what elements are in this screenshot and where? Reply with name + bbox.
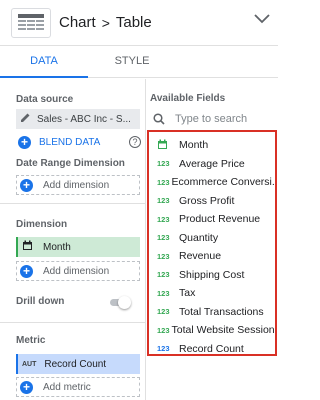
- section-divider: [0, 322, 146, 323]
- plus-icon: +: [20, 178, 33, 192]
- numeric-type-icon: 123: [157, 251, 170, 261]
- chevron-down-icon[interactable]: [254, 14, 270, 27]
- chart-type-breadcrumb[interactable]: Chart > Table: [59, 14, 152, 31]
- field-name: Total Transactions: [179, 305, 264, 318]
- plus-icon: +: [18, 136, 31, 149]
- dimension-chip-month[interactable]: Month: [16, 237, 140, 257]
- panel-tabs: DATA STYLE: [0, 46, 278, 78]
- add-date-range-dimension-button[interactable]: + Add dimension: [16, 175, 140, 195]
- drill-down-label: Drill down: [16, 296, 65, 307]
- numeric-type-icon: 123: [157, 177, 170, 187]
- metric-chip-label: Record Count: [44, 358, 107, 370]
- field-item-product-revenue[interactable]: 123 Product Revenue: [157, 210, 275, 228]
- search-placeholder: Type to search: [175, 113, 248, 125]
- blend-data-label: BLEND DATA: [39, 137, 101, 148]
- fields-list: Month 123 Average Price 123 Ecommerce Co…: [147, 130, 277, 356]
- data-source-name: Sales - ABC Inc - S...: [37, 113, 131, 125]
- field-search-input[interactable]: Type to search: [150, 110, 274, 128]
- add-metric-label: Add metric: [43, 381, 91, 393]
- field-item-revenue[interactable]: 123 Revenue: [157, 247, 275, 265]
- field-name: Ecommerce Conversi...: [171, 176, 275, 188]
- table-chart-icon[interactable]: [11, 7, 51, 38]
- field-name: Total Website Sessions: [171, 324, 275, 336]
- date-range-dimension-label: Date Range Dimension: [16, 158, 125, 169]
- plus-icon: +: [20, 380, 33, 394]
- dimension-label: Dimension: [16, 219, 68, 230]
- numeric-type-icon: 123: [157, 344, 170, 353]
- numeric-type-icon: 123: [157, 196, 170, 205]
- field-item-average-price[interactable]: 123 Average Price: [157, 155, 275, 173]
- breadcrumb-chart: Chart: [59, 14, 96, 31]
- search-icon: [153, 113, 165, 125]
- available-fields-label: Available Fields: [150, 93, 226, 104]
- add-dimension-label: Add dimension: [43, 179, 110, 191]
- tab-style[interactable]: STYLE: [88, 46, 176, 77]
- data-source-selector[interactable]: Sales - ABC Inc - S...: [16, 109, 140, 129]
- available-fields-panel: Available Fields Type to search Month 12…: [146, 79, 278, 400]
- field-item-shipping-cost[interactable]: 123 Shipping Cost: [157, 266, 275, 284]
- add-dimension-button[interactable]: + Add dimension: [16, 261, 140, 281]
- field-name: Revenue: [179, 250, 222, 262]
- metric-label: Metric: [16, 335, 46, 346]
- panel-header: Chart > Table: [0, 0, 278, 46]
- field-item-total-transactions[interactable]: 123 Total Transactions: [157, 303, 275, 321]
- field-item-ecommerce-conversion[interactable]: 123 Ecommerce Conversi...: [157, 173, 275, 191]
- calendar-icon: [22, 240, 33, 254]
- pencil-icon[interactable]: [20, 112, 31, 126]
- drill-down-toggle[interactable]: [108, 296, 132, 309]
- section-divider: [0, 203, 146, 204]
- field-name: Quantity: [179, 231, 219, 244]
- field-name: Tax: [179, 287, 196, 299]
- help-icon[interactable]: ?: [129, 136, 141, 148]
- dimension-chip-label: Month: [43, 241, 71, 253]
- blend-data-button[interactable]: + BLEND DATA: [18, 136, 100, 149]
- plus-icon: +: [20, 264, 33, 278]
- add-metric-button[interactable]: + Add metric: [16, 377, 140, 397]
- numeric-type-icon: 123: [157, 233, 170, 242]
- metric-chip-record-count[interactable]: AUT Record Count: [16, 354, 140, 374]
- field-name: Product Revenue: [179, 213, 261, 225]
- toggle-knob: [118, 296, 131, 309]
- numeric-type-icon: 123: [157, 214, 170, 224]
- add-dimension-label: Add dimension: [43, 265, 110, 277]
- numeric-type-icon: 123: [157, 307, 170, 316]
- numeric-type-icon: 123: [157, 159, 170, 168]
- data-config-panel: Data source Sales - ABC Inc - S... + BLE…: [0, 79, 146, 400]
- numeric-type-icon: 123: [157, 325, 170, 335]
- tab-data[interactable]: DATA: [0, 46, 88, 78]
- field-item-gross-profit[interactable]: 123 Gross Profit: [157, 192, 275, 210]
- field-item-record-count[interactable]: 123 Record Count: [157, 340, 275, 358]
- field-item-month[interactable]: Month: [157, 136, 275, 154]
- field-item-total-website-sessions[interactable]: 123 Total Website Sessions: [157, 321, 275, 339]
- field-item-quantity[interactable]: 123 Quantity: [157, 229, 275, 247]
- aut-tag: AUT: [22, 360, 37, 368]
- field-name: Record Count: [179, 342, 244, 355]
- breadcrumb-separator: >: [101, 14, 110, 31]
- numeric-type-icon: 123: [157, 270, 170, 279]
- data-source-label: Data source: [16, 94, 74, 105]
- field-name: Month: [179, 139, 209, 151]
- field-item-tax[interactable]: 123 Tax: [157, 284, 275, 302]
- field-name: Gross Profit: [179, 194, 235, 207]
- field-name: Average Price: [179, 157, 245, 170]
- breadcrumb-table: Table: [115, 14, 152, 31]
- numeric-type-icon: 123: [157, 288, 170, 298]
- calendar-icon: [157, 139, 177, 152]
- field-name: Shipping Cost: [179, 268, 245, 281]
